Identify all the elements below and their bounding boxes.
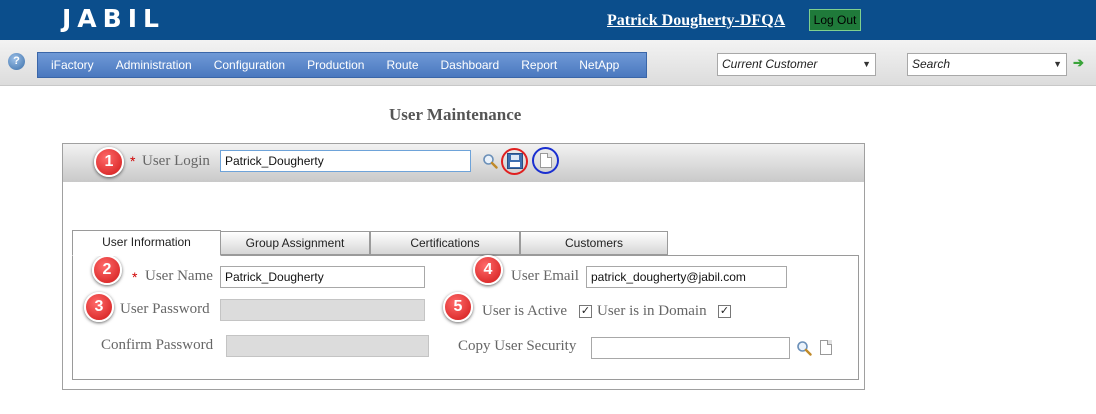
jabil-logo: JABIL (62, 4, 165, 33)
save-icon[interactable] (507, 153, 523, 169)
chevron-down-icon: ▼ (862, 59, 871, 69)
user-email-input[interactable]: patrick_dougherty@jabil.com (586, 266, 787, 288)
callout-badge-2: 2 (92, 255, 122, 285)
required-marker: * (132, 269, 138, 285)
tab-customers[interactable]: Customers (520, 231, 668, 255)
confirm-password-input[interactable] (226, 335, 429, 357)
menu-item-production[interactable]: Production (296, 58, 375, 72)
user-in-domain-checkbox[interactable]: ✓ (718, 305, 731, 318)
new-document-icon[interactable] (820, 340, 832, 355)
search-icon[interactable] (796, 340, 812, 356)
menu-item-report[interactable]: Report (510, 58, 568, 72)
current-user-link[interactable]: Patrick Dougherty-DFQA (607, 12, 785, 30)
menu-item-ifactory[interactable]: iFactory (38, 58, 105, 72)
user-in-domain-label: User is in Domain (597, 303, 707, 319)
callout-badge-4: 4 (473, 255, 503, 285)
top-header: JABIL Patrick Dougherty-DFQA Log Out (0, 0, 1096, 40)
go-arrow-icon[interactable]: ➔ (1073, 55, 1084, 71)
logout-button[interactable]: Log Out (809, 9, 861, 31)
user-name-input[interactable]: Patrick_Dougherty (220, 266, 425, 288)
menu-item-dashboard[interactable]: Dashboard (430, 58, 511, 72)
user-active-label: User is Active (482, 303, 567, 319)
user-password-input[interactable] (220, 299, 425, 321)
new-document-icon[interactable] (540, 153, 552, 168)
tab-user-information[interactable]: User Information (72, 230, 221, 256)
search-icon[interactable] (482, 153, 498, 169)
help-icon[interactable]: ? (8, 53, 25, 70)
menu-item-administration[interactable]: Administration (105, 58, 203, 72)
required-marker: * (130, 153, 136, 169)
user-name-label: User Name (145, 268, 213, 284)
user-email-label: User Email (511, 268, 579, 284)
copy-user-security-label: Copy User Security (458, 338, 577, 354)
copy-user-security-input[interactable] (591, 337, 790, 359)
current-customer-value: Current Customer (722, 57, 818, 71)
search-select[interactable]: Search ▼ (907, 53, 1067, 76)
user-active-checkbox[interactable]: ✓ (579, 305, 592, 318)
current-customer-select[interactable]: Current Customer ▼ (717, 53, 876, 76)
menu-item-netapp[interactable]: NetApp (568, 58, 630, 72)
user-password-label: User Password (120, 301, 210, 317)
menu-item-configuration[interactable]: Configuration (203, 58, 296, 72)
user-login-input[interactable]: Patrick_Dougherty (220, 150, 471, 172)
page-title: User Maintenance (389, 105, 522, 124)
navigation-bar: ? iFactory Administration Configuration … (0, 40, 1096, 86)
main-menu: iFactory Administration Configuration Pr… (37, 52, 647, 78)
callout-badge-1: 1 (94, 147, 124, 177)
callout-badge-5: 5 (443, 292, 473, 322)
chevron-down-icon: ▼ (1053, 59, 1062, 69)
callout-badge-3: 3 (84, 292, 114, 322)
tab-group-assignment[interactable]: Group Assignment (220, 231, 370, 255)
menu-item-route[interactable]: Route (375, 58, 429, 72)
user-login-label: User Login (142, 153, 210, 169)
user-maintenance-panel: 1 * User Login Patrick_Dougherty User In… (62, 143, 865, 390)
confirm-password-label: Confirm Password (101, 337, 214, 353)
tab-certifications[interactable]: Certifications (370, 231, 520, 255)
search-select-value: Search (912, 57, 951, 71)
